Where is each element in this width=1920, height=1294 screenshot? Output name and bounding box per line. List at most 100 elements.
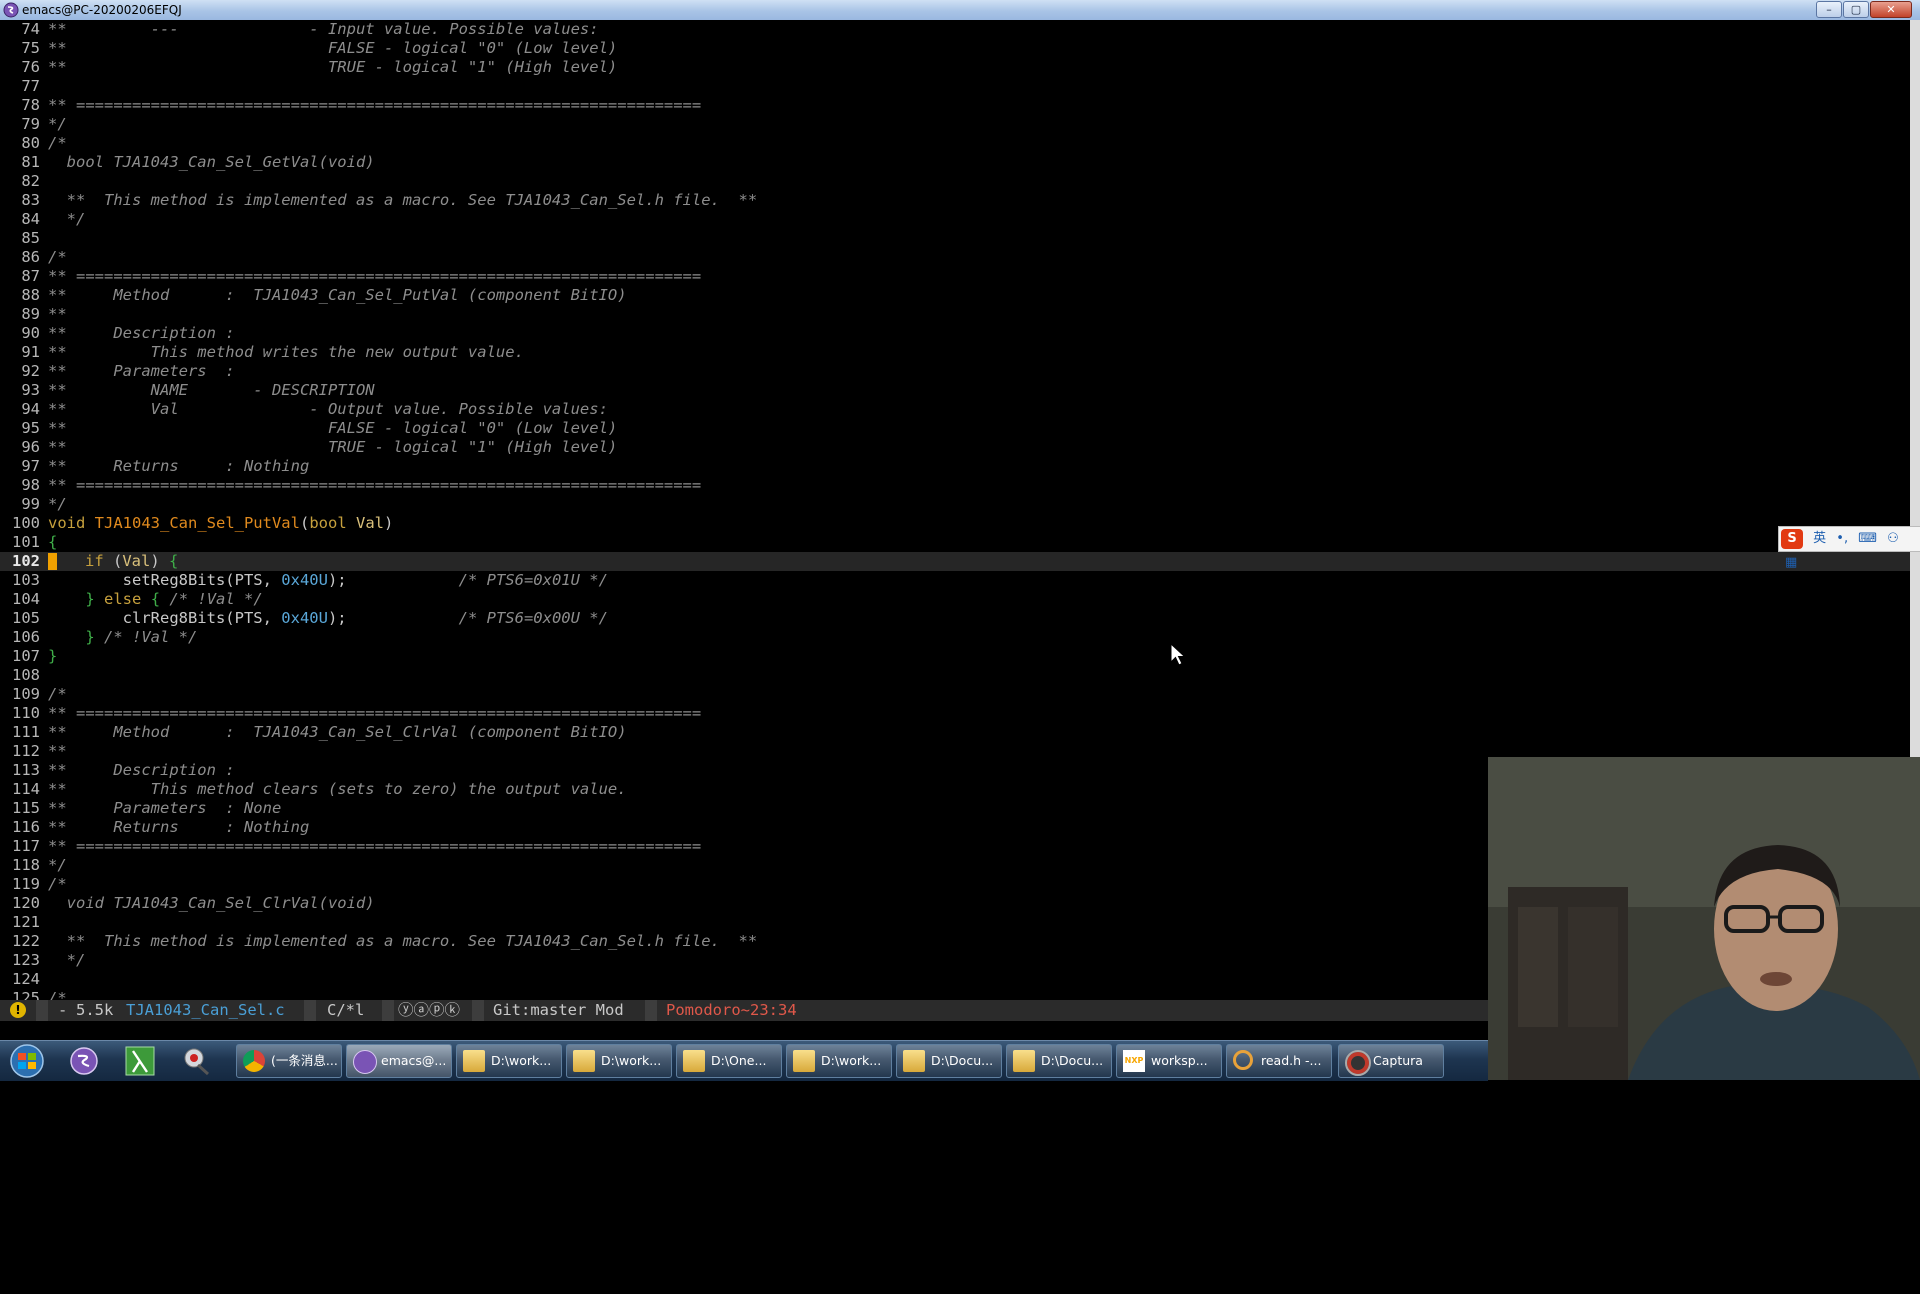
ime-language-toggle[interactable]: 英 [1813,527,1826,551]
code-text[interactable]: */ [48,951,86,970]
code-text[interactable]: ** Parameters : [48,362,235,381]
close-button[interactable]: ✕ [1870,1,1912,18]
code-text[interactable]: void TJA1043_Can_Sel_ClrVal(void) [48,894,375,913]
code-text[interactable]: ** TRUE - logical "1" (High level) [48,58,617,77]
code-line[interactable]: 97 ** Returns : Nothing [0,457,1910,476]
vcs-status[interactable]: Git:master Mod [493,1000,624,1021]
taskbar-button[interactable]: D:\Docu... [1006,1044,1112,1078]
code-line[interactable]: 84 */ [0,210,1910,229]
code-line[interactable]: 80 /* [0,134,1910,153]
code-line[interactable]: 88 ** Method : TJA1043_Can_Sel_PutVal (co… [0,286,1910,305]
code-line[interactable]: 75 ** FALSE - logical "0" (Low level) [0,39,1910,58]
code-line[interactable]: 78 ** ===================================… [0,96,1910,115]
code-line[interactable]: 81 bool TJA1043_Can_Sel_GetVal(void) [0,153,1910,172]
taskbar-button[interactable]: NXP worksp... [1116,1044,1222,1078]
code-line[interactable]: 79 */ [0,115,1910,134]
code-text[interactable]: } else { /* !Val */ [48,590,262,609]
code-text[interactable]: ** TRUE - logical "1" (High level) [48,438,617,457]
taskbar-button[interactable]: D:\work... [566,1044,672,1078]
start-button[interactable] [4,1043,50,1079]
code-line[interactable]: 77 [0,77,1910,96]
taskbar-button[interactable]: D:\Docu... [896,1044,1002,1078]
code-text[interactable]: ** Parameters : None [48,799,281,818]
taskbar-button[interactable]: (一条消息... [236,1044,342,1078]
keyboard-icon[interactable]: ⌨ [1858,527,1877,551]
code-text[interactable]: ** =====================================… [48,267,701,286]
code-text[interactable]: ** Returns : Nothing [48,457,309,476]
emacs-quicklaunch-icon[interactable] [66,1045,102,1077]
code-line[interactable]: 108 [0,666,1910,685]
ime-punctuation-toggle[interactable]: •, [1836,527,1848,551]
code-text[interactable]: ** FALSE - logical "0" (Low level) [48,39,617,58]
code-line[interactable]: 100 void TJA1043_Can_Sel_PutVal(bool Val) [0,514,1910,533]
menu-grid-icon[interactable]: ▦ [1785,551,1797,575]
code-line[interactable]: 83 ** This method is implemented as a ma… [0,191,1910,210]
code-line[interactable]: 104 } else { /* !Val */ [0,590,1910,609]
code-text[interactable]: ** FALSE - logical "0" (Low level) [48,419,617,438]
code-line[interactable]: 85 [0,229,1910,248]
buffer-filename[interactable]: TJA1043_Can_Sel.c [126,1000,285,1021]
taskbar-button[interactable]: D:\One... [676,1044,782,1078]
code-line[interactable]: 96 ** TRUE - logical "1" (High level) [0,438,1910,457]
code-text[interactable]: bool TJA1043_Can_Sel_GetVal(void) [48,153,375,172]
code-text[interactable]: /* [48,248,67,267]
maximize-button[interactable]: ▢ [1843,1,1869,18]
code-text[interactable]: /* [48,875,67,894]
code-line[interactable]: 110 ** ==================================… [0,704,1910,723]
code-text[interactable]: /* [48,134,67,153]
code-text[interactable]: ** --- - Input value. Possible values: [48,20,599,39]
code-line[interactable]: 98 ** ===================================… [0,476,1910,495]
code-line[interactable]: 102 if (Val) { [0,552,1910,571]
code-line[interactable]: 76 ** TRUE - logical "1" (High level) [0,58,1910,77]
code-line[interactable]: 94 ** Val - Output value. Possible values… [0,400,1910,419]
code-text[interactable]: ** This method is implemented as a macro… [48,932,758,951]
code-line[interactable]: 91 ** This method writes the new output v… [0,343,1910,362]
code-text[interactable]: void TJA1043_Can_Sel_PutVal(bool Val) [48,514,393,533]
code-text[interactable]: } /* !Val */ [48,628,197,647]
code-text[interactable]: clrReg8Bits(PTS, 0x40U); /* PTS6=0x00U *… [48,609,608,628]
code-text[interactable]: ** This method writes the new output val… [48,343,524,362]
code-text[interactable]: } [48,647,57,666]
taskbar-button[interactable]: emacs@... [346,1044,452,1078]
tool-quicklaunch-icon[interactable] [178,1045,214,1077]
lambda-quicklaunch-icon[interactable] [122,1045,158,1077]
code-text[interactable]: ** =====================================… [48,704,701,723]
code-text[interactable]: ** Method : TJA1043_Can_Sel_ClrVal (comp… [48,723,627,742]
code-text[interactable]: ** This method clears (sets to zero) the… [48,780,627,799]
warning-icon[interactable]: ! [10,1002,26,1018]
taskbar-button[interactable]: read.h -... [1226,1044,1332,1078]
minimize-button[interactable]: – [1816,1,1842,18]
code-line[interactable]: 99 */ [0,495,1910,514]
code-text[interactable]: setReg8Bits(PTS, 0x40U); /* PTS6=0x01U *… [48,571,608,590]
code-text[interactable]: { [48,533,57,552]
code-line[interactable]: 86 /* [0,248,1910,267]
code-text[interactable]: ** NAME - DESCRIPTION [48,381,375,400]
code-text[interactable]: ** This method is implemented as a macro… [48,191,758,210]
code-line[interactable]: 105 clrReg8Bits(PTS, 0x40U); /* PTS6=0x0… [0,609,1910,628]
code-line[interactable]: 95 ** FALSE - logical "0" (Low level) [0,419,1910,438]
code-line[interactable]: 109 /* [0,685,1910,704]
code-text[interactable]: /* [48,685,67,704]
taskbar-button[interactable]: D:\work... [456,1044,562,1078]
code-text[interactable]: ** [48,305,67,324]
code-text[interactable]: */ [48,115,67,134]
code-text[interactable]: ** Method : TJA1043_Can_Sel_PutVal (comp… [48,286,627,305]
code-text[interactable]: */ [48,495,67,514]
code-line[interactable]: 103 setReg8Bits(PTS, 0x40U); /* PTS6=0x0… [0,571,1910,590]
code-text[interactable]: ** Returns : Nothing [48,818,309,837]
code-line[interactable]: 93 ** NAME - DESCRIPTION [0,381,1910,400]
code-line[interactable]: 106 } /* !Val */ [0,628,1910,647]
code-line[interactable]: 89 ** [0,305,1910,324]
major-mode[interactable]: C/*l [327,1000,364,1021]
minor-modes[interactable]: ⓨⓐⓟⓚ [398,1000,460,1021]
code-line[interactable]: 74 ** --- - Input value. Possible values: [0,20,1910,39]
code-text[interactable]: ** =====================================… [48,837,701,856]
code-text[interactable]: ** [48,742,67,761]
code-text[interactable]: ** Description : [48,761,235,780]
code-text[interactable]: ** Val - Output value. Possible values: [48,400,608,419]
code-text[interactable]: ** Description : [48,324,235,343]
ime-toolbar[interactable]: S 英 •, ⌨ ⚇ ▦ [1778,526,1920,570]
code-text[interactable]: */ [48,856,67,875]
code-text[interactable]: ** =====================================… [48,96,701,115]
code-text[interactable]: ** =====================================… [48,476,701,495]
